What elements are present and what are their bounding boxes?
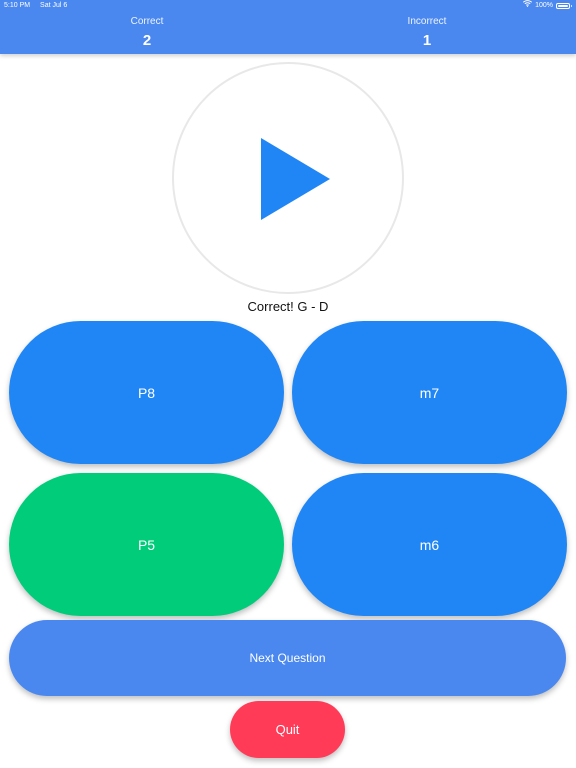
next-question-button[interactable]: Next Question [9, 620, 566, 696]
answer-label: m6 [419, 536, 440, 553]
next-question-label: Next Question [249, 651, 326, 665]
incorrect-count: 1 [422, 32, 432, 49]
answer-button-m7[interactable]: m7 [292, 321, 567, 464]
correct-count: 2 [142, 32, 152, 49]
battery-level [558, 5, 568, 7]
status-right: 100% [523, 0, 572, 12]
status-time: 5:10 PM [4, 2, 31, 9]
score-header: 5:10 PM Sat Jul 6 100% Correct 2 Incorre… [0, 0, 576, 54]
correct-score: Correct 2 [72, 15, 222, 51]
status-bar: 5:10 PM Sat Jul 6 100% [0, 0, 576, 12]
answer-button-p5[interactable]: P5 [9, 473, 284, 616]
incorrect-label: Incorrect [407, 16, 447, 27]
correct-label: Correct [130, 16, 164, 27]
answer-label: P5 [137, 536, 156, 553]
quit-label: Quit [275, 722, 300, 737]
quit-button[interactable]: Quit [230, 701, 345, 758]
status-date: Sat Jul 6 [40, 2, 68, 9]
battery-percent: 100% [535, 2, 553, 9]
incorrect-score: Incorrect 1 [352, 15, 502, 51]
play-icon [261, 138, 330, 220]
play-button[interactable] [172, 62, 404, 294]
feedback-text: Correct! G - D [247, 299, 329, 314]
answer-button-m6[interactable]: m6 [292, 473, 567, 616]
answer-label: P8 [137, 384, 156, 401]
answer-button-p8[interactable]: P8 [9, 321, 284, 464]
battery-icon [556, 3, 572, 9]
status-left: 5:10 PM Sat Jul 6 [4, 0, 75, 12]
wifi-icon [523, 0, 533, 12]
answer-label: m7 [419, 384, 440, 401]
